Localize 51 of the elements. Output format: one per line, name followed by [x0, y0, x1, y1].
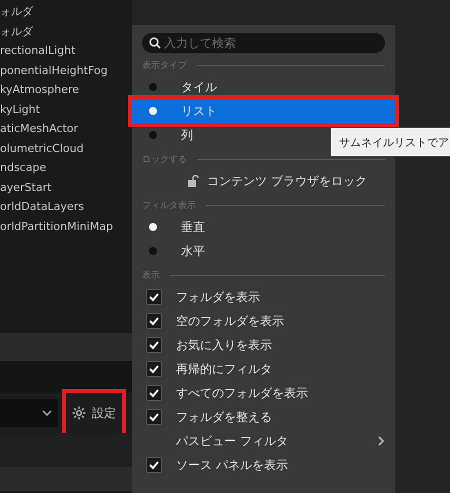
- outliner-item[interactable]: ォルダ: [0, 2, 132, 22]
- outliner-item[interactable]: rectionalLight: [0, 41, 132, 60]
- outliner-item[interactable]: orldDataLayers: [0, 197, 132, 216]
- section-title: フィルタ表示: [142, 200, 196, 212]
- outliner-item[interactable]: aticMeshActor: [0, 119, 132, 138]
- dropdown-field[interactable]: [0, 399, 58, 427]
- check-icon: [148, 339, 160, 351]
- checkbox-menu-item[interactable]: 空のフォルダを表示: [132, 309, 395, 333]
- check-icon: [148, 387, 160, 399]
- checkbox[interactable]: [146, 361, 162, 377]
- checkbox-menu-item[interactable]: フォルダを整える: [132, 405, 395, 429]
- checkbox-menu-item[interactable]: ソース パネルを表示: [132, 453, 395, 477]
- outliner-item[interactable]: ponentialHeightFog: [0, 60, 132, 80]
- outliner-item[interactable]: ndscape: [0, 158, 132, 178]
- submenu-item[interactable]: パスビュー フィルタ: [132, 429, 395, 453]
- checkbox[interactable]: [146, 313, 162, 329]
- outliner-item[interactable]: olumetricCloud: [0, 138, 132, 158]
- checkbox-menu-item[interactable]: お気に入りを表示: [132, 333, 395, 357]
- checkbox[interactable]: [146, 337, 162, 353]
- radio-menu-item[interactable]: 垂直: [132, 215, 395, 239]
- check-icon: [148, 459, 160, 471]
- check-icon: [148, 411, 160, 423]
- chevron-right-icon: [377, 436, 385, 446]
- check-icon: [148, 363, 160, 375]
- outliner-item[interactable]: ォルダ: [0, 22, 132, 41]
- radio-menu-item[interactable]: リスト: [132, 99, 395, 123]
- checkbox-menu-item[interactable]: フォルダを表示: [132, 285, 395, 309]
- search-field[interactable]: 入力して検索: [142, 33, 385, 53]
- tooltip: サムネイルリストでア: [330, 127, 450, 157]
- section-title: ロックする: [142, 154, 187, 166]
- check-icon: [148, 315, 160, 327]
- gear-icon: [72, 406, 86, 420]
- checkbox[interactable]: [146, 457, 162, 473]
- checkbox[interactable]: [146, 385, 162, 401]
- checkbox-menu-item[interactable]: すべてのフォルダを表示: [132, 381, 395, 405]
- checkbox[interactable]: [146, 289, 162, 305]
- checkbox-menu-item[interactable]: 再帰的にフィルタ: [132, 357, 395, 381]
- search-icon: [149, 37, 161, 49]
- check-icon: [148, 291, 160, 303]
- outliner-item[interactable]: kyLight: [0, 100, 132, 119]
- checkbox[interactable]: [146, 409, 162, 425]
- chevron-down-icon: [42, 410, 52, 416]
- section-title: 表示: [142, 270, 160, 282]
- radio-menu-item[interactable]: 水平: [132, 239, 395, 263]
- outliner-item[interactable]: ayerStart: [0, 178, 132, 197]
- lock-menu-item[interactable]: コンテンツ ブラウザをロック: [132, 169, 395, 193]
- unlock-icon: [188, 175, 199, 187]
- outliner-item[interactable]: orldPartitionMiniMap: [0, 216, 132, 236]
- radio-menu-item[interactable]: タイル: [132, 75, 395, 99]
- outliner-item[interactable]: kyAtmosphere: [0, 80, 132, 100]
- section-title: 表示タイプ: [142, 59, 187, 72]
